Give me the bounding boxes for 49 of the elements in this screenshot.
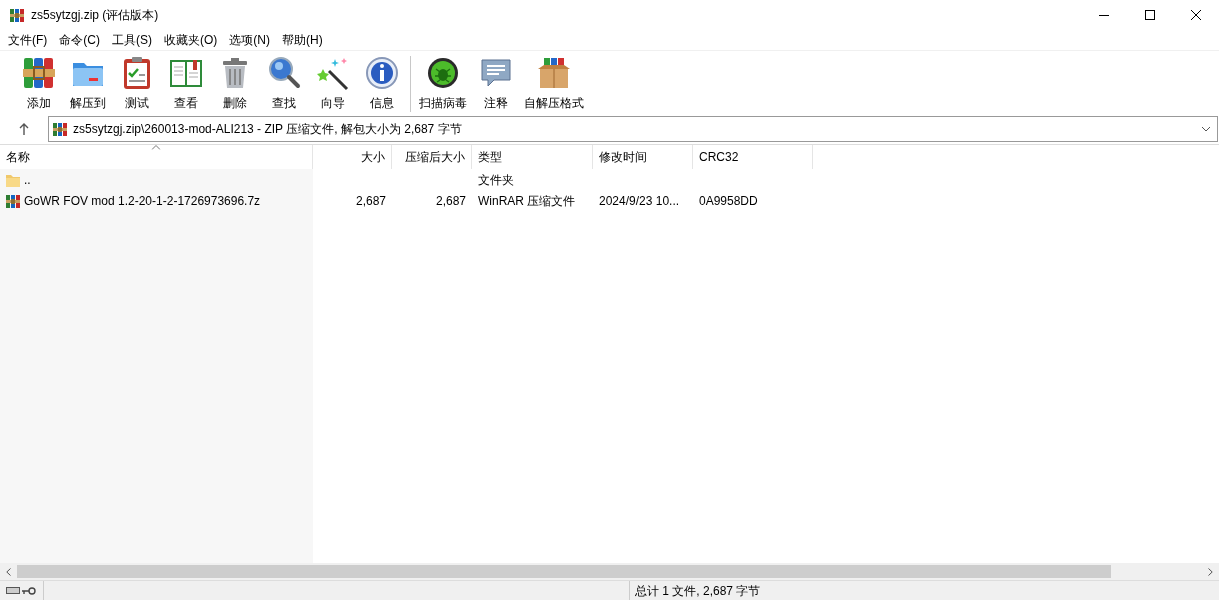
- menu-item[interactable]: 文件(F): [2, 30, 54, 50]
- books-strap-icon: [20, 55, 57, 91]
- table-cell-text: GoWR FOV mod 1.2-20-1-2-1726973696.7z: [24, 192, 261, 210]
- maximize-icon: [1145, 10, 1155, 20]
- status-text: 总计 1 文件, 2,687 字节: [634, 582, 761, 600]
- scroll-left-icon: [6, 567, 11, 576]
- toolbar-button[interactable]: 向导: [308, 53, 357, 114]
- up-arrow-icon: [19, 123, 29, 135]
- toolbar-button[interactable]: 查看: [161, 53, 210, 114]
- toolbar-button[interactable]: 测试: [112, 53, 161, 114]
- toolbar-button[interactable]: 自解压格式: [520, 53, 588, 114]
- scrollbar-thumb[interactable]: [17, 565, 1111, 578]
- scroll-right-icon: [1208, 567, 1213, 576]
- key-icon: [22, 586, 36, 595]
- bug-icon: [425, 55, 461, 91]
- box-books-icon: [536, 55, 572, 91]
- minimize-icon: [1099, 14, 1109, 16]
- archive-icon: [5, 192, 21, 209]
- table-cell-text: WinRAR 压缩文件: [478, 192, 576, 210]
- chevron-down-icon: [1201, 126, 1211, 132]
- info-icon: [363, 55, 400, 91]
- file-row[interactable]: .. 文件夹: [0, 169, 1219, 190]
- app-icon: [9, 7, 25, 23]
- address-field[interactable]: zs5sytzgj.zip\260013-mod-ALI213 - ZIP 压缩文件, 解包大小为 2,687 字节: [48, 116, 1218, 142]
- menu-item[interactable]: 工具(S): [106, 30, 158, 50]
- toolbar-button[interactable]: 注释: [471, 53, 520, 114]
- archive-icon: [52, 121, 68, 137]
- toolbar-button[interactable]: 查找: [259, 53, 308, 114]
- table-cell-text: ..: [24, 171, 31, 189]
- toolbar-button[interactable]: 解压到: [63, 53, 112, 114]
- toolbar-button[interactable]: 删除: [210, 53, 259, 114]
- drive-icon: [6, 587, 20, 594]
- close-icon: [1191, 10, 1201, 20]
- table-cell-text: 2,687: [355, 192, 386, 210]
- menu-item[interactable]: 帮助(H): [276, 30, 329, 50]
- toolbar-button[interactable]: 添加: [14, 53, 63, 114]
- table-cell-text: 2,687: [435, 192, 466, 210]
- toolbar-button[interactable]: 信息: [357, 53, 406, 114]
- menu-item[interactable]: 收藏夹(O): [158, 30, 224, 50]
- toolbar-button[interactable]: 扫描病毒: [415, 53, 471, 114]
- sort-caret-icon: [151, 145, 161, 150]
- window-title: zs5sytzgj.zip (评估版本): [31, 7, 159, 24]
- table-cell-text: 0A9958DD: [699, 192, 758, 210]
- table-cell-text: 2024/9/23 10...: [599, 192, 680, 210]
- file-row[interactable]: GoWR FOV mod 1.2-20-1-2-1726973696.7z 2,687 2,687 WinRAR 压缩文件 2024/9/23 10... 0A9958DD: [0, 190, 1219, 211]
- menu-item[interactable]: 命令(C): [53, 30, 106, 50]
- menu-item[interactable]: 选项(N): [223, 30, 276, 50]
- horizontal-scrollbar[interactable]: [0, 563, 1219, 580]
- table-cell-text: 文件夹: [478, 171, 514, 189]
